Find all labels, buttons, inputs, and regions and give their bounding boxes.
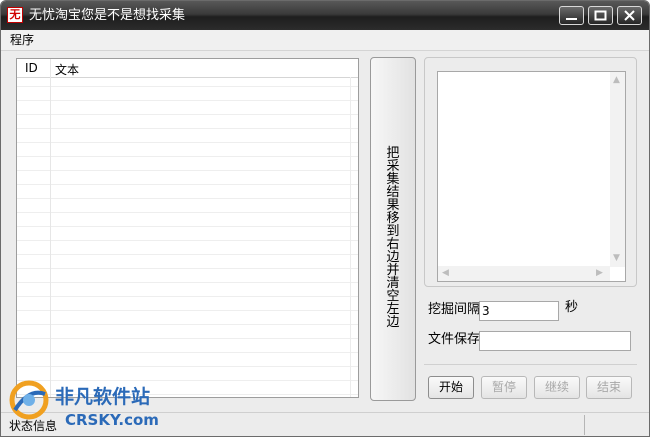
window-title: 无忧淘宝您是不是想找采集 (29, 8, 186, 23)
watermark-cn-text: 非凡软件站 (55, 386, 151, 408)
interval-label: 挖掘间隔 (428, 302, 481, 317)
scroll-down-icon[interactable]: ▼ (613, 254, 620, 263)
action-group: 开始 暂停 继续 结束 (424, 364, 637, 402)
scroll-left-icon[interactable]: ◀ (442, 269, 449, 278)
interval-unit: 秒 (565, 300, 579, 315)
app-icon: 无 (7, 7, 23, 23)
title-bar[interactable]: 无 无忧淘宝您是不是想找采集 (1, 1, 649, 30)
pause-button[interactable]: 暂停 (481, 376, 527, 399)
move-results-button[interactable]: 把采集结果移到右边并清空左边 (370, 57, 416, 401)
minimize-button[interactable] (559, 6, 584, 25)
results-panel: ▲ ▼ ◀ ▶ (424, 57, 637, 287)
interval-input[interactable] (479, 301, 559, 321)
maximize-icon (594, 10, 607, 21)
scroll-right-icon[interactable]: ▶ (596, 269, 603, 278)
maximize-button[interactable] (588, 6, 613, 25)
result-list[interactable]: ID 文本 (16, 58, 359, 398)
close-button[interactable] (617, 6, 642, 25)
move-results-label: 把采集结果移到右边并清空左边 (386, 146, 400, 330)
save-file-label: 文件保存 (428, 332, 481, 347)
app-window: 无 无忧淘宝您是不是想找采集 程序 ID 文本 把采集结果移到右边并清空左边 ▲… (0, 0, 650, 437)
minimize-icon (566, 18, 577, 20)
watermark: 非凡软件站 CRSKY.com (3, 378, 173, 436)
menu-bar: 程序 (1, 30, 649, 51)
watermark-en-text: CRSKY.com (65, 411, 159, 429)
column-text-header[interactable]: 文本 (55, 61, 79, 78)
end-button[interactable]: 结束 (586, 376, 632, 399)
resume-button[interactable]: 继续 (534, 376, 580, 399)
menu-program[interactable]: 程序 (10, 32, 34, 48)
crsky-logo-icon (9, 380, 49, 420)
column-divider (350, 77, 351, 397)
results-textarea[interactable]: ▲ ▼ ◀ ▶ (437, 71, 626, 282)
start-button[interactable]: 开始 (428, 376, 474, 399)
save-file-input[interactable] (479, 331, 631, 351)
list-header: ID 文本 (17, 59, 358, 78)
scroll-up-icon[interactable]: ▲ (613, 76, 620, 85)
vertical-scrollbar[interactable]: ▲ ▼ (610, 72, 625, 267)
status-divider (584, 415, 585, 435)
horizontal-scrollbar[interactable]: ◀ ▶ (438, 266, 610, 281)
column-id-header[interactable]: ID (25, 61, 38, 75)
column-divider (50, 59, 51, 397)
close-icon (624, 10, 635, 21)
